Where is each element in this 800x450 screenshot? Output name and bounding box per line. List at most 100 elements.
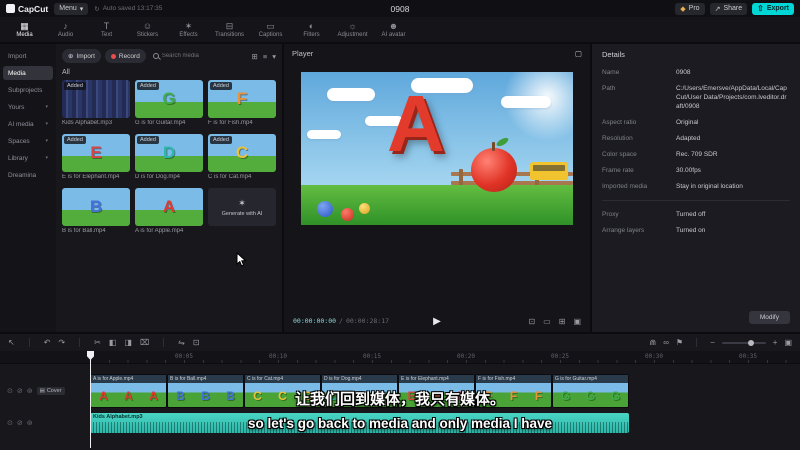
chevron-down-icon: ▾ — [45, 138, 48, 144]
export-button[interactable]: ⇧ Export — [752, 2, 794, 15]
fullscreen-icon[interactable]: ▣ — [573, 317, 581, 326]
player-panel: Player ▢ A 00:00:00:00 / 00:00:28:17 ▶ ⊡… — [284, 44, 590, 332]
timeline-ruler[interactable]: 00:05 00:10 00:15 00:20 00:25 00:30 00:3… — [0, 351, 800, 364]
filters-icon: ◐ — [308, 21, 315, 31]
chevron-down-icon: ▾ — [45, 104, 48, 110]
ratio-icon[interactable]: ▭ — [543, 317, 551, 326]
magnet-icon[interactable]: ⋒ — [650, 338, 657, 347]
chevron-down-icon: ▾ — [45, 155, 48, 161]
sidebar-item-import[interactable]: Import — [3, 49, 53, 63]
media-item-g-guitar[interactable]: Added G G is for Guitar.mp4 — [135, 80, 203, 126]
delete-left-icon[interactable]: ◧ — [109, 338, 117, 347]
sun-glare — [500, 72, 573, 145]
select-tool-icon[interactable]: ↖ — [8, 338, 15, 347]
media-item-e-elephant[interactable]: Added E E is for Elephant.mp4 — [62, 134, 130, 180]
effects-icon: ✶ — [184, 21, 193, 31]
sidebar-item-media[interactable]: Media — [3, 66, 53, 80]
adjustment-icon: ☼ — [348, 21, 357, 31]
capcut-logo-icon — [6, 4, 15, 13]
sidebar-item-library[interactable]: Library ▾ — [3, 151, 53, 165]
player-controls: 00:00:00:00 / 00:00:28:17 ▶ ⊡ ▭ ⊞ ▣ — [293, 315, 581, 327]
tab-audio[interactable]: ♪ Audio — [46, 21, 85, 38]
detail-row-arrange-layers: Arrange layers Turned on — [602, 227, 706, 234]
apple — [471, 142, 517, 192]
blue-ball — [317, 201, 333, 217]
search-input[interactable] — [161, 53, 245, 59]
divider — [28, 338, 30, 347]
cloud — [501, 96, 551, 108]
divider — [163, 338, 165, 347]
redo-icon[interactable]: ↷ — [58, 338, 65, 347]
video-thumbnail: Added E — [62, 134, 130, 172]
tab-media[interactable]: ▦ Media — [5, 21, 44, 38]
media-search[interactable] — [150, 49, 248, 63]
share-button[interactable]: ↗ Share — [709, 2, 748, 15]
pro-button[interactable]: ◆ Pro — [675, 2, 705, 15]
sidebar-item-spaces[interactable]: Spaces ▾ — [3, 134, 53, 148]
subtitle-line-chinese: 让我们回到媒体，我只有媒体。 — [294, 391, 505, 408]
video-preview[interactable]: A — [301, 72, 573, 225]
sidebar-item-ai-media[interactable]: AI media ▾ — [3, 117, 53, 131]
tab-effects[interactable]: ✶ Effects — [169, 21, 208, 38]
detail-row-aspect-ratio: Aspect ratio Original — [602, 119, 699, 126]
tab-captions[interactable]: ▭ Captions — [251, 21, 290, 38]
modify-button[interactable]: Modify — [748, 311, 790, 324]
media-item-c-cat[interactable]: Added C C is for Cat.mp4 — [208, 134, 276, 180]
added-badge: Added — [137, 82, 159, 90]
media-item-f-fish[interactable]: Added F F is for Fish.mp4 — [208, 80, 276, 126]
media-grid: Added Kids Alphabet.mp3 Added G G is for… — [62, 80, 276, 234]
split-icon[interactable]: ✂ — [94, 338, 101, 347]
record-icon — [110, 53, 116, 59]
details-panel: Details Name 0908 Path C:/Users/Emersve/Ap… — [592, 44, 800, 332]
detail-row-imported-media: Imported media Stay in original location — [602, 183, 743, 190]
media-item-b-ball[interactable]: B B is for Ball.mp4 — [62, 188, 130, 234]
zoom-knob[interactable] — [748, 339, 755, 346]
tab-filters[interactable]: ◐ Filters — [292, 21, 331, 38]
tab-stickers[interactable]: ☺ Stickers — [128, 21, 167, 38]
sidebar-item-dreamina[interactable]: Dreamina — [3, 168, 53, 182]
zoom-slider[interactable] — [721, 339, 766, 346]
delete-icon[interactable]: ⌧ — [140, 338, 149, 347]
tab-text[interactable]: T Text — [87, 21, 126, 38]
media-item-kids-alphabet[interactable]: Added Kids Alphabet.mp3 — [62, 80, 130, 126]
undo-icon[interactable]: ↶ — [44, 338, 51, 347]
zoom-in-icon[interactable]: + — [773, 338, 778, 347]
app-logo: CapCut — [6, 4, 48, 14]
tab-adjustment[interactable]: ☼ Adjustment — [333, 21, 372, 38]
sidebar-item-yours[interactable]: Yours ▾ — [3, 100, 53, 114]
section-label-all[interactable]: All — [62, 69, 276, 76]
media-library-panel: Import Media Subprojects Yours ▾ AI media… — [0, 44, 282, 332]
zoom-out-icon[interactable]: − — [710, 338, 715, 347]
link-icon[interactable]: ∞ — [663, 338, 669, 347]
list-view-icon[interactable]: ≡ — [263, 52, 267, 61]
player-expand-icon[interactable]: ▢ — [575, 49, 582, 58]
autosave-icon: ↻ — [94, 5, 100, 13]
video-thumbnail: B — [62, 188, 130, 226]
timeline-toolbar: ↖ ↶ ↷ ✂ ◧ ◨ ⌧ ⇋ ⊡ ⋒ ∞ ⚑ − + ▣ — [0, 334, 800, 351]
sidebar-item-subprojects[interactable]: Subprojects — [3, 83, 53, 97]
media-item-a-apple[interactable]: A A is for Apple.mp4 — [135, 188, 203, 234]
divider — [602, 200, 790, 201]
fit-timeline-icon[interactable]: ▣ — [784, 338, 792, 347]
tab-transitions[interactable]: ⊟ Transitions — [210, 21, 249, 38]
tab-ai-avatar[interactable]: ☻ AI avatar — [374, 21, 413, 38]
menu-button[interactable]: Menu ▾ — [54, 2, 89, 15]
delete-right-icon[interactable]: ◨ — [124, 338, 132, 347]
grid-overlay-icon[interactable]: ⊞ — [559, 317, 566, 326]
detail-row-resolution: Resolution Adapted — [602, 135, 701, 142]
preview-quality-icon[interactable]: ⊡ — [528, 317, 535, 326]
detail-row-name: Name 0908 — [602, 69, 691, 76]
marker-icon[interactable]: ⚑ — [676, 338, 683, 347]
media-item-d-dog[interactable]: Added D D is for Dog.mp4 — [135, 134, 203, 180]
share-icon: ↗ — [714, 5, 721, 13]
import-button[interactable]: ⊕ Import — [62, 49, 101, 63]
generate-with-ai-tile[interactable]: ✶ Generate with AI — [208, 188, 276, 234]
grid-view-icon[interactable]: ⊞ — [252, 52, 258, 61]
play-button[interactable]: ▶ — [433, 316, 441, 327]
sort-filter-icon[interactable]: ▾ — [272, 52, 276, 61]
mirror-icon[interactable]: ⇋ — [178, 338, 185, 347]
record-button[interactable]: Record — [104, 49, 146, 63]
crop-icon[interactable]: ⊡ — [193, 338, 200, 347]
red-ball — [341, 208, 354, 221]
current-time: 00:00:00:00 — [293, 317, 337, 325]
